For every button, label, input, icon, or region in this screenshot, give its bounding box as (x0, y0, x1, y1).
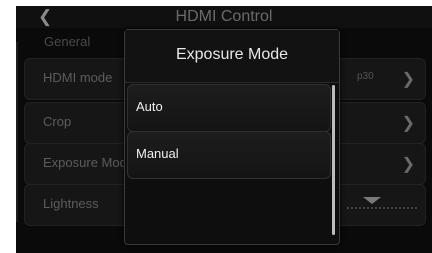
setting-value: p30 (357, 71, 374, 82)
option-label: Manual (136, 146, 179, 161)
top-bar: ❮ HDMI Control (16, 6, 432, 28)
lightness-slider-thumb[interactable] (363, 197, 381, 204)
setting-label: Crop (43, 114, 72, 129)
section-label: General (44, 34, 91, 49)
setting-label: Lightness (43, 196, 99, 211)
option-manual[interactable]: Manual (127, 131, 331, 179)
option-auto[interactable]: Auto (127, 84, 331, 132)
exposure-mode-dialog: Exposure Mode Auto Manual (124, 29, 340, 245)
side-edge (16, 42, 18, 222)
lightness-slider-track[interactable] (347, 207, 417, 212)
dialog-title: Exposure Mode (125, 30, 339, 83)
setting-label: HDMI mode (43, 70, 113, 85)
page-title: HDMI Control (175, 8, 273, 25)
setting-label: Exposure Mode (43, 155, 135, 170)
chevron-right-icon: ❯ (401, 115, 415, 132)
chevron-right-icon: ❯ (401, 156, 415, 173)
option-label: Auto (136, 99, 163, 114)
dialog-scrollbar[interactable] (332, 85, 335, 235)
chevron-right-icon: ❯ (401, 71, 415, 88)
